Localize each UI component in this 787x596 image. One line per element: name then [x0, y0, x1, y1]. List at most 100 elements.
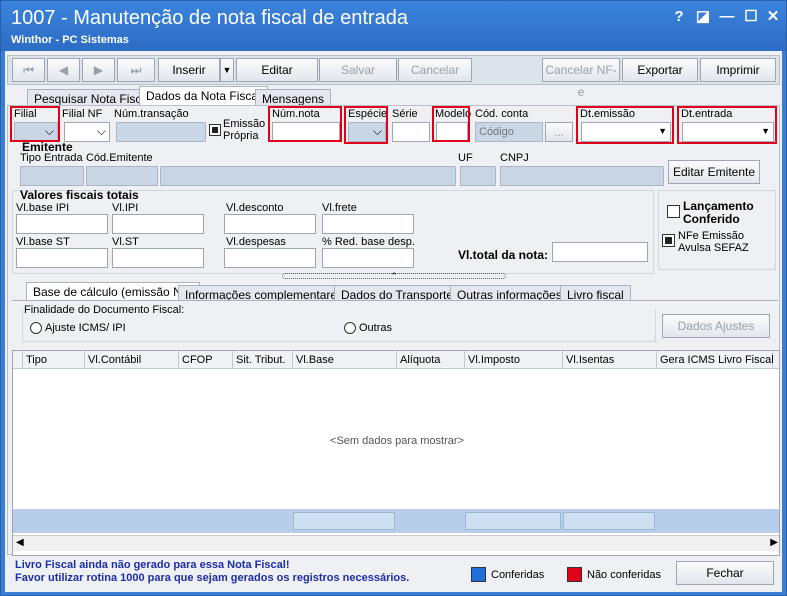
vl-desconto-input[interactable]	[224, 214, 316, 234]
vl-base-ipi-input[interactable]	[16, 214, 108, 234]
uf-input[interactable]	[460, 166, 496, 186]
footer-message-1: Livro Fiscal ainda não gerado para essa …	[15, 559, 290, 571]
col-vl-imposto[interactable]: Vl.Imposto	[465, 351, 563, 369]
valores-title: Valores fiscais totais	[20, 188, 139, 202]
tipo-entrada-input[interactable]	[20, 166, 84, 186]
inserir-button[interactable]: Inserir	[158, 58, 220, 82]
title-bar: 1007 - Manutenção de nota fiscal de entr…	[1, 1, 786, 51]
footer-sum-vl-base	[293, 512, 395, 530]
col-vl-isentas[interactable]: Vl.Isentas	[563, 351, 657, 369]
dados-ajustes-button[interactable]: Dados Ajustes	[662, 314, 770, 338]
vl-base-st-input[interactable]	[16, 248, 108, 268]
vl-st-input[interactable]	[112, 248, 204, 268]
grid-header: Tipo Vl.Contábil CFOP Sit. Tribut. Vl.Ba…	[13, 351, 779, 369]
highlight-filial	[10, 106, 60, 142]
footer-sum-vl-imposto	[465, 512, 561, 530]
close-icon[interactable]: ✕	[763, 7, 783, 27]
footer-sum-vl-isentas	[563, 512, 655, 530]
col-gera-icms[interactable]: Gera ICMS Livro Fiscal	[657, 351, 774, 369]
col-vl-base[interactable]: Vl.Base	[293, 351, 397, 369]
cod-conta-lookup-button[interactable]: ...	[545, 122, 573, 142]
vl-frete-label: Vl.frete	[322, 202, 357, 214]
outras-radio[interactable]	[344, 322, 356, 334]
cnpj-input[interactable]	[500, 166, 664, 186]
cod-emitente-input[interactable]	[86, 166, 158, 186]
cod-conta-label: Cód. conta	[475, 108, 529, 120]
vl-frete-input[interactable]	[322, 214, 414, 234]
red-base-label: % Red. base desp.	[322, 236, 415, 248]
emissao-propria-checkbox[interactable]	[209, 124, 221, 136]
ajuste-icms-label: Ajuste ICMS/ IPI	[45, 322, 126, 334]
cod-conta-input[interactable]: Código	[475, 122, 543, 142]
first-record-icon[interactable]: ⏮	[12, 58, 45, 82]
scroll-right-icon[interactable]: ▶	[770, 537, 778, 548]
scroll-left-icon[interactable]: ◀	[16, 537, 24, 548]
col-vl-contabil[interactable]: Vl.Contábil	[85, 351, 179, 369]
grid-row-indicator	[13, 351, 23, 369]
num-transacao-input[interactable]	[116, 122, 206, 142]
vl-ipi-label: Vl.IPI	[112, 202, 139, 214]
main-window: 1007 - Manutenção de nota fiscal de entr…	[0, 0, 787, 596]
vl-desconto-label: Vl.desconto	[226, 202, 284, 214]
nao-conferidas-label: Não conferidas	[587, 569, 661, 581]
window-subtitle: Winthor - PC Sistemas	[11, 34, 129, 46]
exportar-button[interactable]: Exportar	[622, 58, 698, 82]
col-tipo[interactable]: Tipo	[23, 351, 85, 369]
outras-label: Outras	[359, 322, 393, 334]
grid-footer	[13, 509, 779, 533]
minimize-icon[interactable]: —	[717, 7, 737, 27]
fechar-button[interactable]: Fechar	[676, 561, 774, 585]
restore-small-icon[interactable]: ◪	[693, 7, 713, 27]
window-title: 1007 - Manutenção de nota fiscal de entr…	[11, 7, 408, 29]
splitter-handle[interactable]: ⌃	[282, 272, 506, 281]
nfe-avulsa-label: NFe Emissão Avulsa SEFAZ	[678, 230, 749, 254]
maximize-icon[interactable]: ☐	[741, 7, 761, 27]
grid: Tipo Vl.Contábil CFOP Sit. Tribut. Vl.Ba…	[12, 350, 780, 556]
vl-st-label: Vl.ST	[112, 236, 139, 248]
red-base-input[interactable]	[322, 248, 414, 268]
col-aliquota[interactable]: Alíquota	[397, 351, 465, 369]
serie-input[interactable]	[392, 122, 430, 142]
imprimir-button[interactable]: Imprimir	[700, 58, 776, 82]
grid-hscrollbar[interactable]: ◀ ▶	[13, 535, 779, 551]
num-transacao-label: Núm.transação	[114, 108, 189, 120]
vl-base-ipi-label: Vl.base IPI	[16, 202, 70, 214]
help-icon[interactable]: ?	[669, 7, 689, 27]
uf-label: UF	[458, 152, 473, 164]
vl-total-label: Vl.total da nota:	[458, 248, 548, 262]
client-area: ⏮ ◀ ▶ ⏭ Inserir ▼ Editar Salvar Cancelar…	[5, 51, 782, 592]
vl-despesas-input[interactable]	[224, 248, 316, 268]
cancelar-button[interactable]: Cancelar	[398, 58, 472, 82]
col-sit-tribut[interactable]: Sit. Tribut.	[233, 351, 293, 369]
ajuste-icms-radio[interactable]	[30, 322, 42, 334]
vl-base-st-label: Vl.base ST	[16, 236, 70, 248]
inserir-dropdown-icon[interactable]: ▼	[220, 58, 234, 82]
dados-panel: Filial Filial NF Núm.transação Emissão P…	[7, 105, 780, 556]
conferidas-label: Conferidas	[491, 569, 545, 581]
toolbar: ⏮ ◀ ▶ ⏭ Inserir ▼ Editar Salvar Cancelar…	[7, 55, 780, 99]
lancamento-conferido-checkbox[interactable]	[667, 205, 680, 218]
vl-ipi-input[interactable]	[112, 214, 204, 234]
last-record-icon[interactable]: ⏭	[117, 58, 155, 82]
vl-total-input[interactable]	[552, 242, 648, 262]
cancelar-nfe-button[interactable]: Cancelar NF-e	[542, 58, 620, 99]
highlight-dt-emissao	[576, 106, 674, 144]
nfe-avulsa-checkbox[interactable]	[662, 234, 675, 247]
next-record-icon[interactable]: ▶	[82, 58, 115, 82]
filial-nf-select[interactable]	[64, 122, 110, 142]
cod-emitente-label: Cód.Emitente	[86, 152, 153, 164]
prev-record-icon[interactable]: ◀	[47, 58, 80, 82]
col-cfop[interactable]: CFOP	[179, 351, 233, 369]
tipo-entrada-label: Tipo Entrada	[20, 152, 83, 164]
tab-dados-nota[interactable]: Dados da Nota Fiscal	[139, 86, 268, 107]
lancamento-conferido-label: Lançamento Conferido	[683, 199, 754, 226]
filial-nf-label: Filial NF	[62, 108, 103, 120]
grid-empty-message: <Sem dados para mostrar>	[330, 435, 464, 447]
editar-emitente-button[interactable]: Editar Emitente	[668, 160, 760, 184]
highlight-num-nota	[268, 106, 342, 142]
salvar-button[interactable]: Salvar	[319, 58, 397, 82]
emitente-name-input[interactable]	[160, 166, 456, 186]
conferidas-swatch	[471, 567, 486, 582]
editar-button[interactable]: Editar	[236, 58, 318, 82]
main-tabs: Pesquisar Nota Fiscal Dados da Nota Fisc…	[7, 86, 780, 107]
